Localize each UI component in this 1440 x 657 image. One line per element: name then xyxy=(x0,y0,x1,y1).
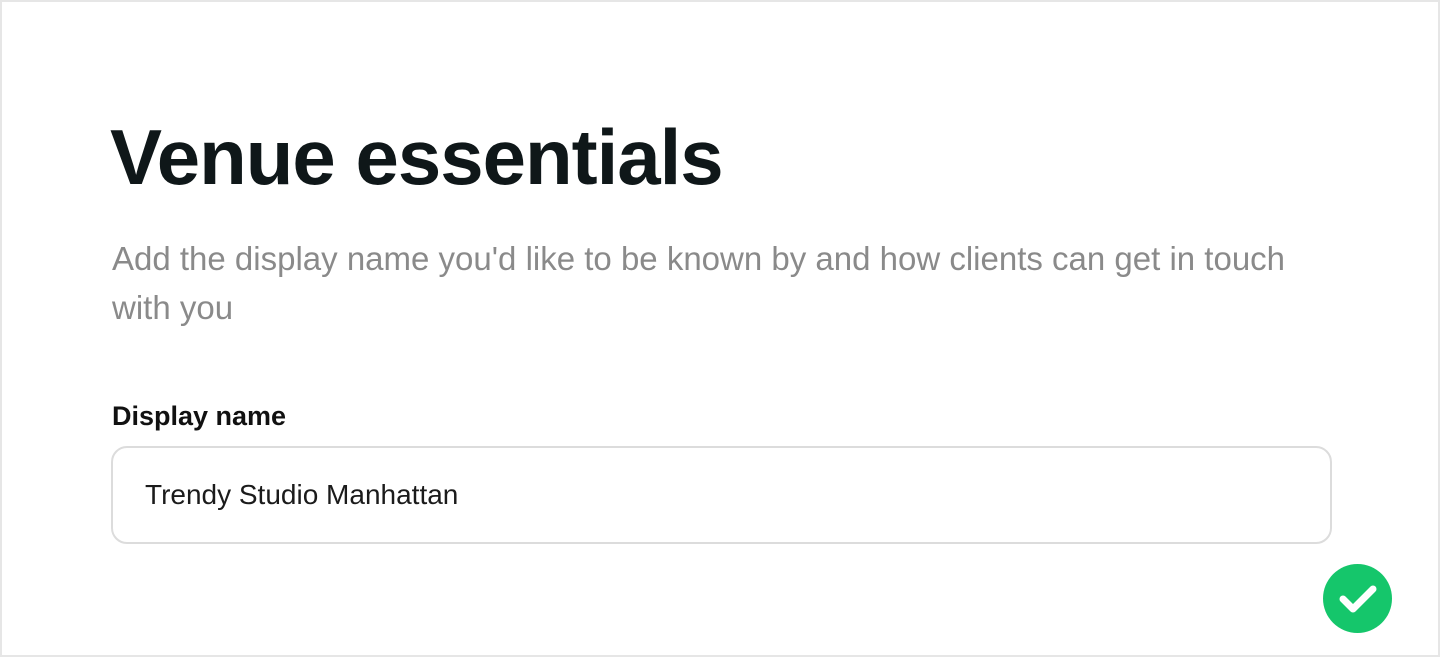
display-name-label: Display name xyxy=(112,401,287,431)
page-title: Venue essentials xyxy=(110,113,724,201)
venue-essentials-card: Venue essentials Add the display name yo… xyxy=(0,0,1440,657)
checkmark-icon xyxy=(1339,585,1376,612)
check-circle-icon xyxy=(1323,564,1392,633)
display-name-input[interactable] xyxy=(111,446,1332,544)
page-subtitle: Add the display name you'd like to be kn… xyxy=(112,240,1286,326)
